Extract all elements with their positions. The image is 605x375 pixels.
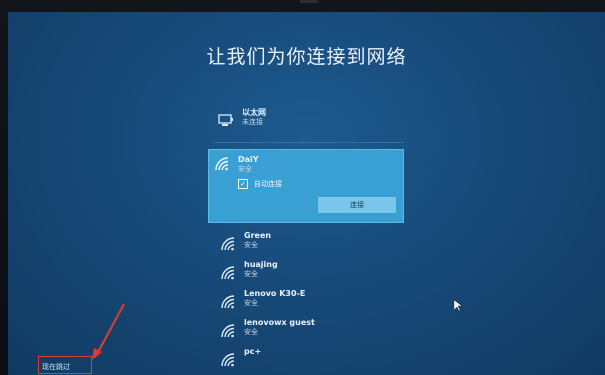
network-security: 安全 <box>238 165 252 173</box>
network-security: 安全 <box>244 299 258 307</box>
ethernet-status: 未连接 <box>242 118 263 126</box>
network-name: Green <box>244 231 272 240</box>
ethernet-icon <box>218 114 233 126</box>
bezel-camera <box>300 0 318 3</box>
network-item[interactable]: Green 安全 <box>214 231 404 260</box>
annotation-arrow <box>92 303 125 360</box>
divider <box>214 142 404 143</box>
network-item-daiy[interactable]: DaiY 安全 ✓ 自动连接 连接 <box>208 149 404 223</box>
network-security: 安全 <box>244 270 258 278</box>
network-name: Lenovo K30-E <box>244 289 306 298</box>
network-item[interactable]: pc+ <box>214 347 404 375</box>
monitor-bezel: 让我们为你连接到网络 以太网 未连接 DaiY 安全 ✓ 自动连接 连接 Gre… <box>0 0 605 375</box>
network-list: 以太网 未连接 DaiY 安全 ✓ 自动连接 连接 Green 安全 huaji… <box>208 108 404 375</box>
skip-link[interactable]: 现在跳过 <box>42 362 70 372</box>
ethernet-name: 以太网 <box>242 108 266 117</box>
network-item[interactable]: lenovowx guest 安全 <box>214 318 404 347</box>
wifi-icon <box>215 157 229 171</box>
network-item[interactable]: huajing 安全 <box>214 260 404 289</box>
network-name: DaiY <box>238 155 259 164</box>
oobe-screen: 让我们为你连接到网络 以太网 未连接 DaiY 安全 ✓ 自动连接 连接 Gre… <box>8 12 605 375</box>
network-security: 安全 <box>244 241 258 249</box>
network-name: huajing <box>244 260 278 269</box>
wifi-icon <box>221 295 235 309</box>
network-name: lenovowx guest <box>244 318 315 327</box>
network-name: pc+ <box>244 347 262 356</box>
wifi-icon <box>221 353 235 367</box>
connect-button[interactable]: 连接 <box>318 197 396 213</box>
auto-connect-checkbox[interactable]: ✓ <box>238 179 248 189</box>
wifi-icon <box>221 237 235 251</box>
ethernet-item[interactable]: 以太网 未连接 <box>214 108 404 138</box>
wifi-icon <box>221 324 235 338</box>
network-security: 安全 <box>244 328 258 336</box>
auto-connect-label: 自动连接 <box>254 180 282 188</box>
page-title: 让我们为你连接到网络 <box>206 46 407 68</box>
wifi-icon <box>221 266 235 280</box>
mouse-cursor-icon <box>454 300 462 312</box>
network-item[interactable]: Lenovo K30-E 安全 <box>214 289 404 318</box>
auto-connect-row[interactable]: ✓ 自动连接 <box>238 179 282 189</box>
